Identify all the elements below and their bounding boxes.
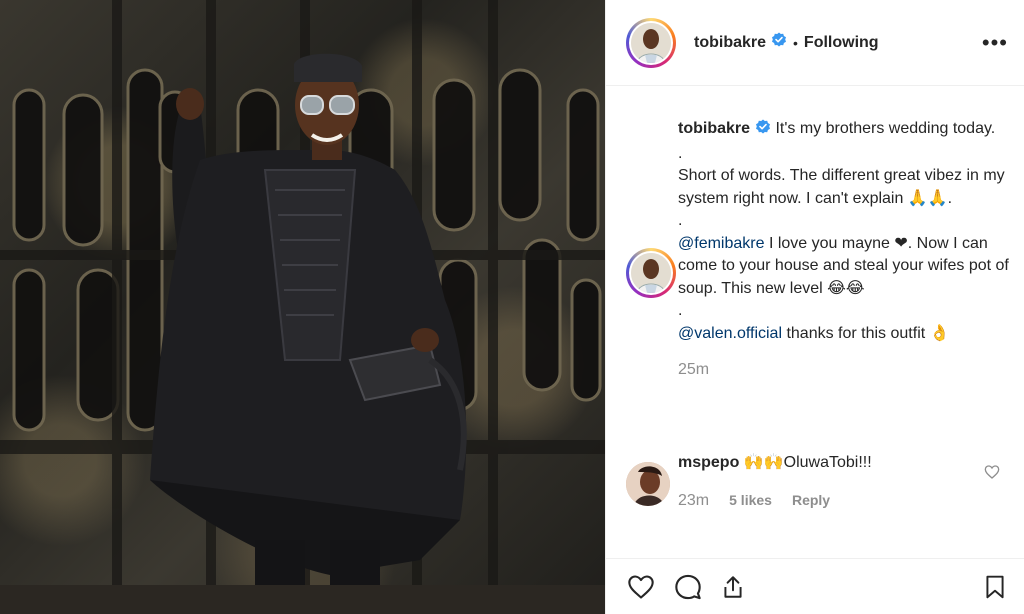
author-avatar[interactable] [626,17,676,68]
author-avatar-inner [629,20,673,65]
header-username[interactable]: tobibakre [694,34,766,52]
verified-badge-svg [772,32,787,47]
mention-valen-official[interactable]: @valen.official [678,325,782,342]
comment-meta: 23m 5 likes Reply [678,492,1012,510]
caption-timestamp[interactable]: 25m [678,361,1012,379]
comment-like-heart-svg [984,465,1000,479]
caption-dot-2: . [678,212,683,229]
caption-username[interactable]: tobibakre [678,120,750,137]
post-side-panel: tobibakre • Following ••• tobibakre It's… [605,0,1024,614]
comment-bubble-icon[interactable] [674,573,702,601]
comment-body: mspepo 🙌🙌OluwaTobi!!! [678,452,1012,474]
save-bookmark-icon[interactable] [982,572,1008,602]
header-separator: • [793,34,798,51]
caption-text: tobibakre It's my brothers wedding today… [678,118,1012,345]
author-avatar-photo [631,22,671,63]
comment-text: 🙌🙌OluwaTobi!!! [743,454,872,471]
post-actions-bar [606,558,1024,614]
commenter-avatar-drawing [626,462,670,506]
caption-dot-1: . [678,144,683,162]
post-header: tobibakre • Following ••• [606,0,1024,86]
caption: tobibakre It's my brothers wedding today… [622,118,1012,379]
comment-bubble-svg [675,574,701,599]
like-heart-icon[interactable] [626,573,656,601]
caption-body-1: It's my brothers wedding today. [775,120,996,137]
commenter-avatar[interactable] [626,462,670,506]
share-upload-svg [724,575,742,598]
comment-username[interactable]: mspepo [678,454,739,471]
comment-reply-button[interactable]: Reply [792,492,830,508]
comment-item: mspepo 🙌🙌OluwaTobi!!! 23m 5 likes Reply [622,452,1012,510]
more-options-icon[interactable]: ••• [982,31,1008,54]
caption-line-4: @valen.official thanks for this outfit 👌 [678,323,1012,346]
caption-line-3: @femibakre I love you mayne ❤. Now I can… [678,233,1012,301]
caption-dot-3: . [678,302,683,319]
comment-likes-count[interactable]: 5 likes [729,492,772,508]
caption-verified-badge-icon [755,119,771,143]
post-photo[interactable] [0,0,605,614]
save-bookmark-svg [986,575,1004,598]
author-avatar-drawing [631,22,671,63]
share-upload-icon[interactable] [720,573,746,601]
comment-like-heart-icon[interactable] [984,464,1000,485]
mention-femibakre[interactable]: @femibakre [678,235,765,252]
like-heart-svg [628,574,654,599]
caption-line-1: tobibakre It's my brothers wedding today… [678,118,1012,143]
following-button[interactable]: Following [804,34,879,52]
caption-body-2: Short of words. The different great vibe… [678,167,1005,207]
man-in-agbada-photo [0,0,605,614]
caption-body-4: thanks for this outfit 👌 [786,324,950,342]
verified-badge-icon [771,32,787,53]
instagram-post: tobibakre • Following ••• tobibakre It's… [0,0,1024,614]
caption-verified-svg [756,119,771,134]
comment-timestamp[interactable]: 23m [678,492,709,510]
